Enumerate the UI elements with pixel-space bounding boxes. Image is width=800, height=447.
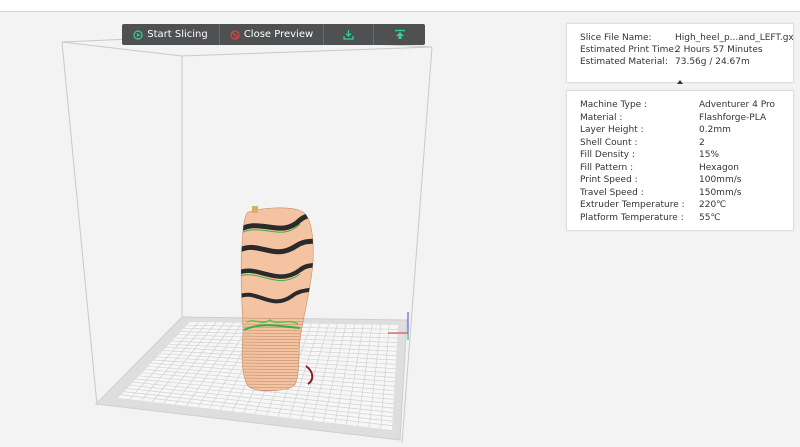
slice-file-name: High_heel_p...and_LEFT.gx xyxy=(675,33,794,43)
platform-temperature-value: 55℃ xyxy=(699,212,721,223)
setting-label: Platform Temperature : xyxy=(580,212,684,223)
setting-label: Layer Height : xyxy=(580,125,644,135)
summary-label: Estimated Print Time: xyxy=(580,45,677,55)
material-value: Flashforge-PLA xyxy=(699,112,767,123)
extruder-temperature-value: 220℃ xyxy=(699,200,727,210)
export-button[interactable] xyxy=(324,24,373,45)
machine-type-value: Adventurer 4 Pro xyxy=(699,100,775,110)
no-entry-icon xyxy=(230,29,240,40)
shell-count-value: 2 xyxy=(699,137,705,148)
slice-summary-panel: Slice File Name: High_heel_p...and_LEFT.… xyxy=(566,23,794,83)
setting-label: Print Speed : xyxy=(580,175,638,185)
print-settings-panel: Machine Type : Adventurer 4 Pro Material… xyxy=(566,90,794,231)
setting-label: Travel Speed : xyxy=(580,187,644,198)
preview-toolbar: Start Slicing Close Preview xyxy=(122,24,425,45)
play-circle-icon xyxy=(133,29,143,40)
fill-pattern-value: Hexagon xyxy=(699,162,739,173)
summary-label: Estimated Material: xyxy=(580,57,668,67)
setting-label: Fill Density : xyxy=(580,150,635,160)
setting-label: Machine Type : xyxy=(580,100,648,110)
setting-label: Material : xyxy=(580,112,623,123)
estimated-material: 73.56g / 24.67m xyxy=(675,57,750,67)
close-preview-label: Close Preview xyxy=(243,29,314,40)
close-preview-button[interactable]: Close Preview xyxy=(220,24,323,45)
print-speed-value: 100mm/s xyxy=(699,175,742,185)
estimated-print-time: 2 Hours 57 Minutes xyxy=(675,45,763,55)
send-to-printer-button[interactable] xyxy=(374,24,425,45)
setting-label: Shell Count : xyxy=(580,137,638,148)
download-icon xyxy=(343,29,354,40)
summary-label: Slice File Name: xyxy=(580,33,652,43)
travel-speed-value: 150mm/s xyxy=(699,187,742,198)
upload-to-printer-icon xyxy=(394,29,406,40)
model-top-support xyxy=(252,206,258,213)
expand-caret-icon[interactable] xyxy=(677,80,683,84)
layer-height-value: 0.2mm xyxy=(699,125,731,135)
fill-density-value: 15% xyxy=(699,150,720,160)
setting-label: Fill Pattern : xyxy=(580,162,634,173)
setting-label: Extruder Temperature : xyxy=(580,200,685,210)
start-slicing-button[interactable]: Start Slicing xyxy=(122,24,219,45)
start-slicing-label: Start Slicing xyxy=(147,29,208,40)
